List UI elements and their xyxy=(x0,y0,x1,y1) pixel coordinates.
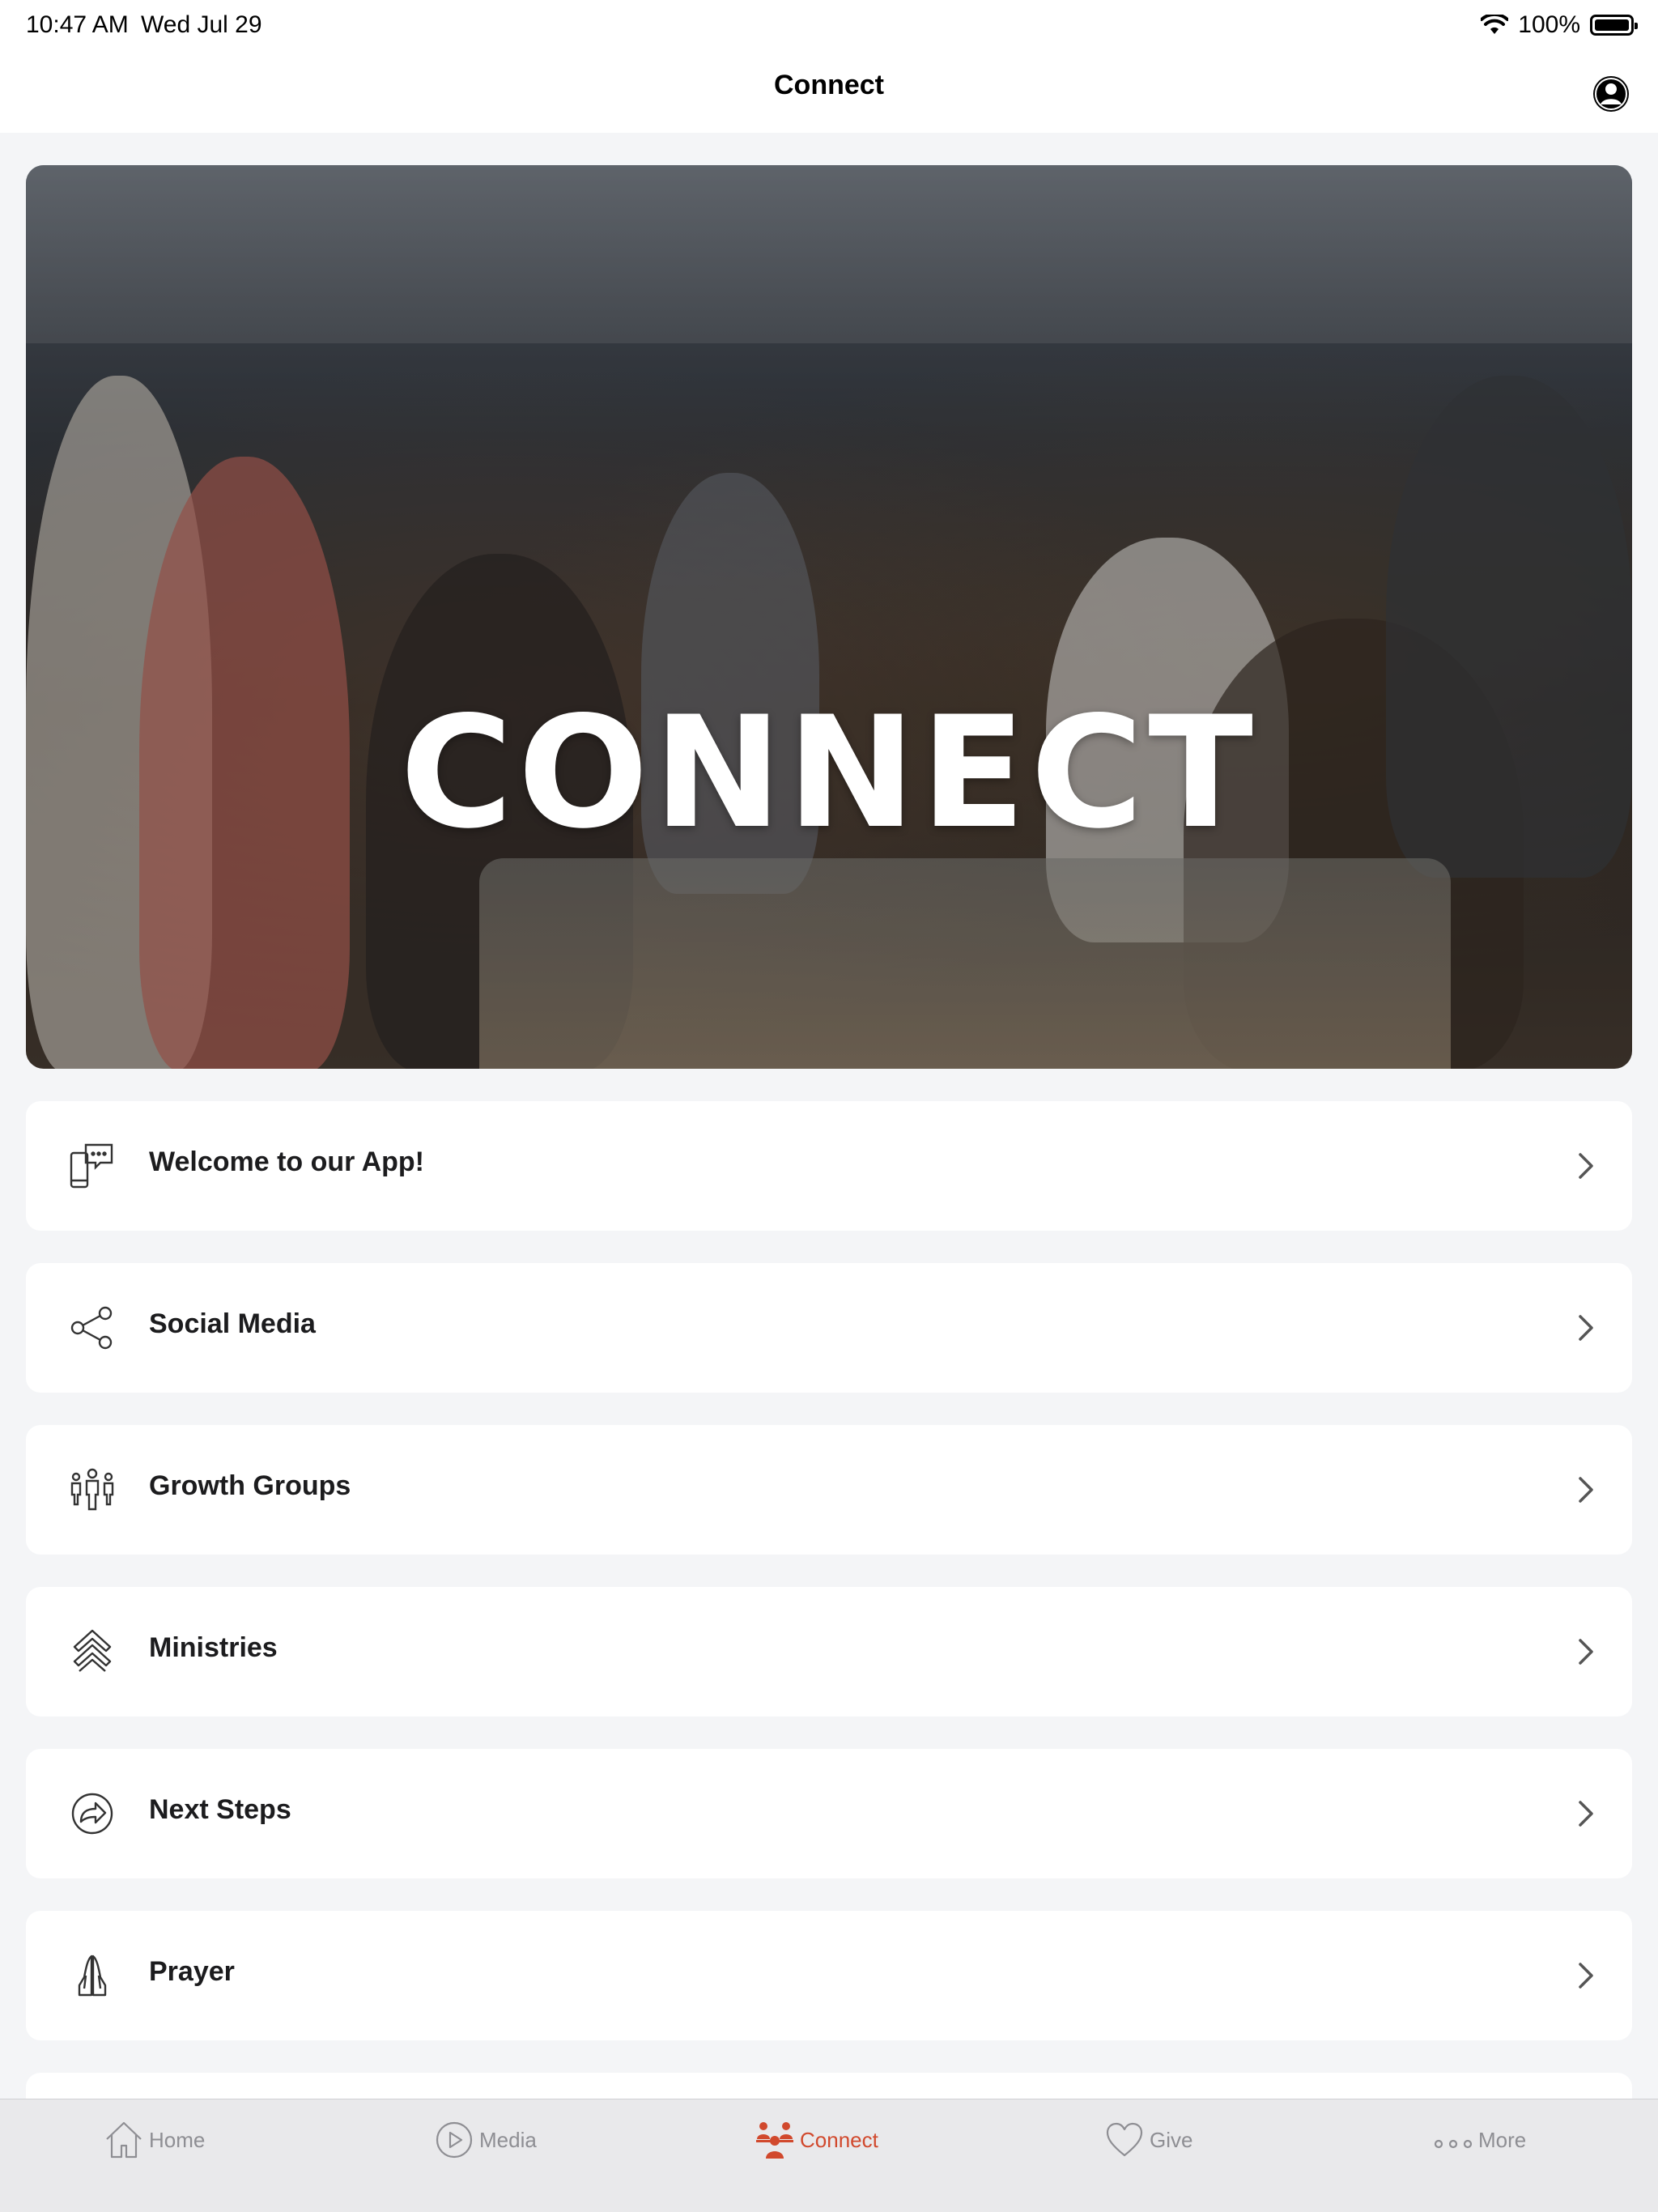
status-date: Wed Jul 29 xyxy=(141,11,262,38)
chevron-right-icon xyxy=(1579,1639,1593,1665)
battery-icon xyxy=(1590,15,1638,36)
tab-label: Give xyxy=(1150,2127,1193,2152)
tab-connect[interactable]: Connect xyxy=(755,2116,878,2164)
tab-more[interactable]: More xyxy=(1433,2116,1526,2164)
praying-hands-icon xyxy=(78,1955,107,1997)
hero-title: CONNECT xyxy=(400,683,1258,862)
group-icon xyxy=(70,1468,114,1511)
hero-banner[interactable]: CONNECT xyxy=(26,165,1632,1069)
forward-arrow-icon xyxy=(71,1793,113,1835)
chevron-right-icon xyxy=(1579,1963,1593,1989)
chevron-right-icon xyxy=(1579,1801,1593,1827)
tab-home[interactable]: Home xyxy=(104,2116,205,2164)
hero-overlay xyxy=(26,165,1632,1069)
list-item-ministries[interactable]: Ministries xyxy=(26,1587,1632,1716)
tab-label: Home xyxy=(149,2127,206,2152)
tab-label: Connect xyxy=(800,2127,878,2152)
tab-bar: Home Media Connect Give More xyxy=(0,2099,1658,2212)
tab-media[interactable]: Media xyxy=(434,2116,537,2164)
chevron-right-icon xyxy=(1579,1153,1593,1179)
list-item-next-steps[interactable]: Next Steps xyxy=(26,1749,1632,1878)
chat-phone-icon xyxy=(70,1143,113,1189)
status-time: 10:47 AM xyxy=(26,11,129,38)
list-item-prayer[interactable]: Prayer xyxy=(26,1911,1632,2040)
heart-icon xyxy=(1106,2122,1143,2157)
play-icon xyxy=(436,2121,473,2159)
status-indicators: 100% xyxy=(1481,11,1638,39)
list-item-label: Growth Groups xyxy=(149,1470,351,1501)
tab-label: Media xyxy=(479,2127,537,2152)
chevron-right-icon xyxy=(1579,1315,1593,1341)
share-icon xyxy=(70,1306,113,1350)
list-item-label: Welcome to our App! xyxy=(149,1146,424,1177)
list-item-growth-groups[interactable]: Growth Groups xyxy=(26,1425,1632,1555)
more-icon xyxy=(1434,2139,1473,2149)
wifi-icon xyxy=(1481,15,1509,34)
list-item-welcome[interactable]: Welcome to our App! xyxy=(26,1101,1632,1231)
people-icon xyxy=(756,2122,793,2159)
chevrons-up-icon xyxy=(73,1629,112,1672)
battery-percent: 100% xyxy=(1518,11,1580,38)
tab-give[interactable]: Give xyxy=(1104,2116,1192,2164)
tab-label: More xyxy=(1478,2127,1527,2152)
page-title: Connect xyxy=(774,70,884,100)
profile-icon[interactable] xyxy=(1592,74,1630,113)
chevron-right-icon xyxy=(1579,1477,1593,1503)
status-bar: 10:47 AM Wed Jul 29 100% xyxy=(0,0,1658,52)
list-item-social-media[interactable]: Social Media xyxy=(26,1263,1632,1393)
list-item-label: Social Media xyxy=(149,1308,316,1339)
home-icon xyxy=(106,2121,142,2159)
nav-bar: Connect xyxy=(0,52,1658,133)
list-item-label: Next Steps xyxy=(149,1794,291,1825)
list-item-label: Ministries xyxy=(149,1632,278,1663)
list-item-label: Prayer xyxy=(149,1956,235,1987)
